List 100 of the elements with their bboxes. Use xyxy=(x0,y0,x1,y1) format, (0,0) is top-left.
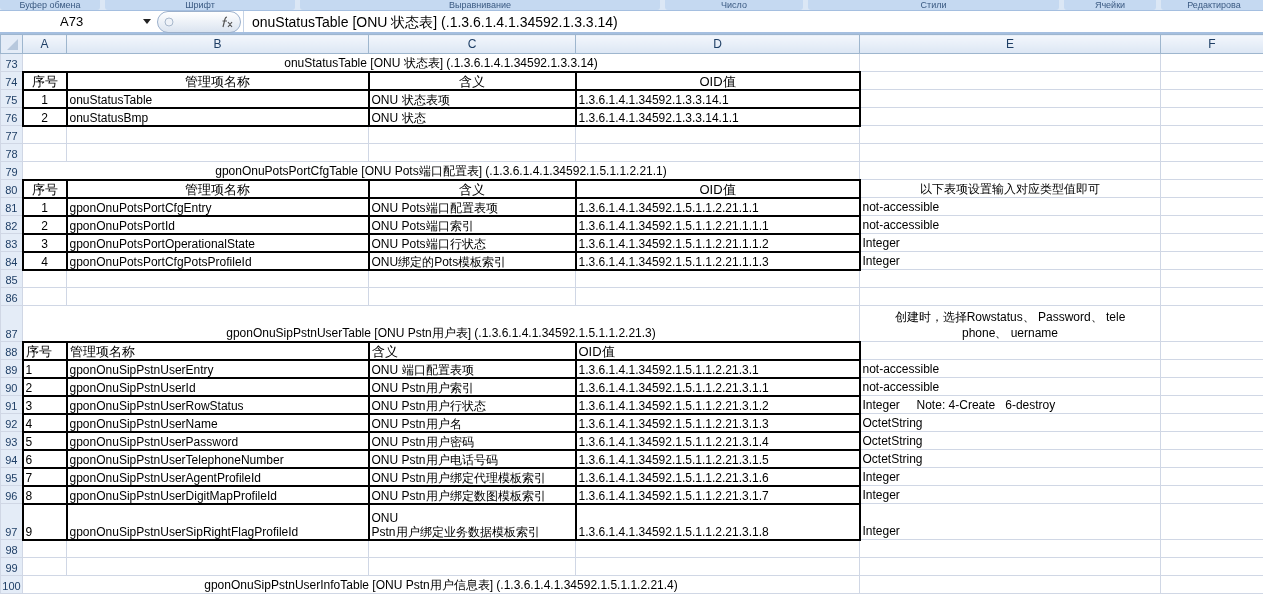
table-cell: 1.3.6.1.4.1.34592.1.5.1.1.2.21.1.1.3 xyxy=(578,254,769,269)
table-cell: ONU绑定的Pots模板索引 xyxy=(371,254,507,269)
table-cell: 9 xyxy=(25,524,33,539)
column-header[interactable]: F xyxy=(1160,34,1263,54)
table-cell: 1 xyxy=(25,362,33,377)
table-cell: 1.3.6.1.4.1.34592.1.5.1.1.2.21.3.1.3 xyxy=(578,416,769,431)
table-cell: not-accessible xyxy=(862,362,940,376)
table-cell: ONU Pstn用户行状态 xyxy=(371,398,486,413)
caret-icon[interactable] xyxy=(143,19,151,24)
table-cell: 1.3.6.1.4.1.34592.1.5.1.1.2.21.1.1 xyxy=(578,200,759,215)
table-cell: OctetString xyxy=(862,416,923,430)
table-cell: 1.3.6.1.4.1.34592.1.5.1.1.2.21.3.1.5 xyxy=(578,452,769,467)
table-cell: 3 xyxy=(25,398,33,413)
table-cell: 5 xyxy=(25,434,33,449)
function-icon[interactable] xyxy=(220,15,234,28)
table-cell: 1.3.6.1.4.1.34592.1.5.1.1.2.21.3.1.8 xyxy=(578,524,769,539)
table-cell: 1.3.6.1.4.1.34592.1.3.3.14.1 xyxy=(578,92,729,107)
table-cell: ONU Pots端口行状态 xyxy=(371,236,486,251)
column-heading: 含义 xyxy=(371,343,398,359)
table-cell: Integer xyxy=(862,470,900,484)
table-cell: 2 xyxy=(25,380,33,395)
column-heading: 管理项名称 xyxy=(185,181,250,197)
table-cell: gponOnuSipPstnUserId xyxy=(69,380,196,395)
table-title: gponOnuSipPstnUserInfoTable [ONU Pstn用户信息表] (.1.3.6.1.4.1.34592.1.5.1.1.2.21.4) xyxy=(204,578,678,592)
table-cell: 1 xyxy=(41,92,48,107)
table-cell: 1.3.6.1.4.1.34592.1.5.1.1.2.21.3.1 xyxy=(578,362,759,377)
column-heading: 管理项名称 xyxy=(69,343,135,359)
table-cell: gponOnuSipPstnUserEntry xyxy=(69,362,214,377)
table-cell: Integer xyxy=(862,254,900,268)
column-heading: 管理项名称 xyxy=(185,73,250,89)
table-cell: not-accessible xyxy=(862,380,940,394)
table-cell: 3 xyxy=(41,236,48,251)
table-cell: ONU Pstn用户索引 xyxy=(371,380,474,395)
table-title: gponOnuPotsPortCfgTable [ONU Pots端口配置表] (.1.3.6.1.4.1.34592.1.5.1.1.2.21.1) xyxy=(215,163,667,178)
table-cell: ONU Pots端口索引 xyxy=(371,218,474,233)
table-cell: ONU Pstn用户绑定代理模板索引 xyxy=(371,470,546,485)
column-heading: OID值 xyxy=(578,343,615,359)
column-header[interactable]: D xyxy=(575,34,860,54)
table-cell: not-accessible xyxy=(862,200,940,214)
formula-field[interactable]: onuStatusTable [ONU 状态表] (.1.3.6.1.4.1.34592.1.3.3.14) xyxy=(243,11,1263,32)
table-cell: gponOnuSipPstnUserAgentProfileId xyxy=(69,470,261,485)
table-cell: gponOnuSipPstnUserName xyxy=(69,416,218,431)
table-cell: Integer xyxy=(862,488,900,502)
column-header[interactable]: C xyxy=(368,34,576,54)
column-heading: 序号 xyxy=(25,343,52,359)
table-cell: 1.3.6.1.4.1.34592.1.5.1.1.2.21.3.1.7 xyxy=(578,488,769,503)
table-cell: 6 xyxy=(25,452,33,467)
table-cell: ONU 端口配置表项 xyxy=(371,362,474,377)
table-cell: 1.3.6.1.4.1.34592.1.3.3.14.1.1 xyxy=(578,110,739,125)
table-cell: 1 xyxy=(41,200,48,215)
column-header[interactable]: E xyxy=(859,34,1161,54)
table-cell: 1.3.6.1.4.1.34592.1.5.1.1.2.21.1.1.2 xyxy=(578,236,769,251)
table-cell: gponOnuPotsPortOperationalState xyxy=(69,236,255,251)
table-cell: ONU 状态表项 xyxy=(371,92,450,107)
column-heading: OID值 xyxy=(699,73,736,89)
table-title: onuStatusTable [ONU 状态表] (.1.3.6.1.4.1.34592.1.3.3.14) xyxy=(284,55,598,70)
table-cell: ONU 状态 xyxy=(371,110,426,125)
table-title: gponOnuSipPstnUserTable [ONU Pstn用户表] (.1.3.6.1.4.1.34592.1.5.1.1.2.21.3) xyxy=(226,325,656,340)
table-cell: gponOnuPotsPortCfgPotsProfileId xyxy=(69,254,252,269)
table-cell: 1.3.6.1.4.1.34592.1.5.1.1.2.21.3.1.6 xyxy=(578,470,769,485)
row-header[interactable]: 97 xyxy=(0,503,23,540)
column-heading: 序号 xyxy=(31,73,58,89)
row-header[interactable]: 87 xyxy=(0,305,23,342)
table-cell: onuStatusTable xyxy=(69,92,153,107)
table-cell: gponOnuSipPstnUserTelephoneNumber xyxy=(69,452,284,467)
name-box[interactable]: A73 xyxy=(0,11,157,32)
table-cell: 创建时，选择Rowstatus、 Password、 tele phone、 uername xyxy=(894,310,1126,340)
table-cell: gponOnuSipPstnUserSipRightFlagProfileId xyxy=(69,524,299,539)
ribbon-group-label: Выравнивание xyxy=(300,0,660,10)
table-cell: gponOnuPotsPortCfgEntry xyxy=(69,200,212,215)
table-cell: ONU Pstn用户绑定业务数据模板索引 xyxy=(371,510,540,539)
ribbon-group-label: Редактирова xyxy=(1161,0,1263,10)
table-cell: 1.3.6.1.4.1.34592.1.5.1.1.2.21.3.1.2 xyxy=(578,398,769,413)
table-cell: Integer Note: 4-Create 6-destroy xyxy=(862,398,1056,412)
table-cell: gponOnuSipPstnUserRowStatus xyxy=(69,398,244,413)
table-cell: 8 xyxy=(25,488,33,503)
table-cell: 1.3.6.1.4.1.34592.1.5.1.1.2.21.1.1.1 xyxy=(578,218,769,233)
table-cell: ONU Pstn用户绑定数图模板索引 xyxy=(371,488,546,503)
column-heading: OID值 xyxy=(699,181,736,197)
ribbon-group-label: Стили xyxy=(808,0,1059,10)
table-cell: gponOnuSipPstnUserPassword xyxy=(69,434,239,449)
table-cell: 以下表项设置输入对应类型值即可 xyxy=(920,182,1101,196)
table-cell: gponOnuSipPstnUserDigitMapProfileId xyxy=(69,488,277,503)
table-cell: ONU Pstn用户名 xyxy=(371,416,462,431)
table-cell: OctetString xyxy=(862,434,923,448)
ribbon-group-label: Буфер обмена xyxy=(0,0,100,10)
table-cell: 4 xyxy=(25,416,33,431)
column-heading: 含义 xyxy=(459,181,485,197)
ribbon-group-label: Ячейки xyxy=(1064,0,1156,10)
column-heading: 含义 xyxy=(459,73,485,89)
table-cell: OctetString xyxy=(862,452,923,466)
column-header[interactable]: A xyxy=(22,34,67,54)
table-cell: gponOnuPotsPortId xyxy=(69,218,175,233)
table-cell: 7 xyxy=(25,470,33,485)
table-cell: not-accessible xyxy=(862,218,940,232)
table-cell: ONU Pstn用户密码 xyxy=(371,434,474,449)
ribbon-group-label: Число xyxy=(665,0,803,10)
table-cell: 4 xyxy=(41,254,48,269)
table-cell: 2 xyxy=(41,218,48,233)
column-header[interactable]: B xyxy=(66,34,369,54)
